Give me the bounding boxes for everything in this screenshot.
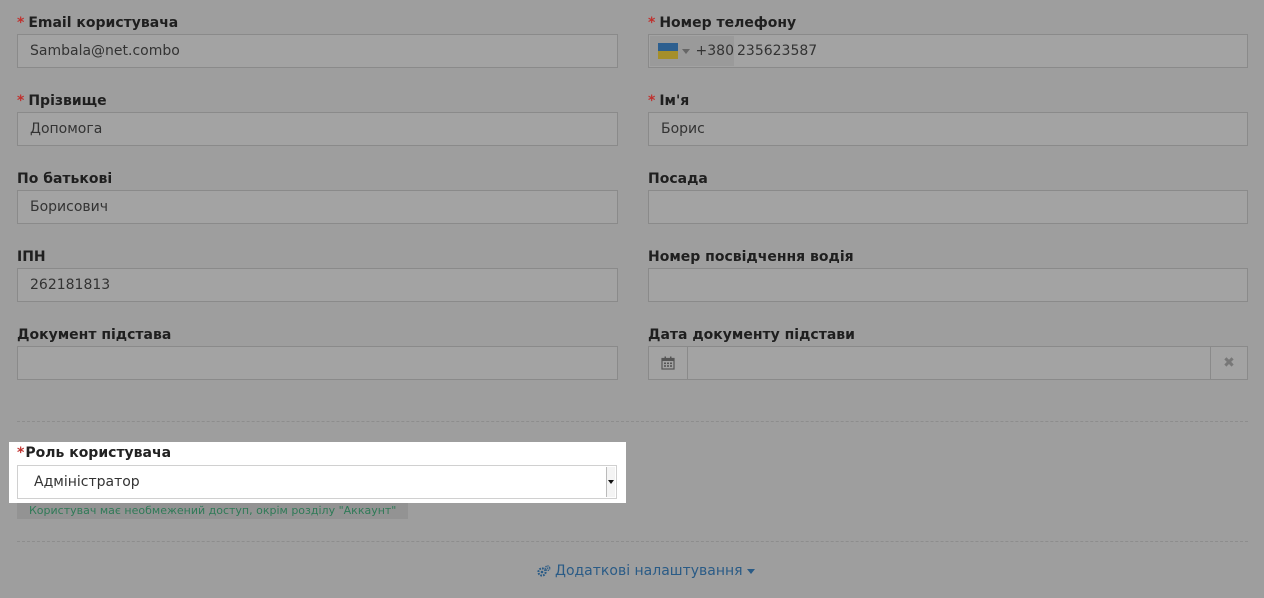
phone-field[interactable]: +380 235623587 [648,34,1248,68]
extra-settings-label: Додаткові налаштування [555,563,743,579]
first-name-label: * Ім'я [648,93,690,109]
email-label: * Email користувача [17,15,179,31]
gears-icon [537,564,551,577]
driver-license-label: Номер посвідчення водія [648,249,854,265]
surname-field[interactable]: Допомога [17,112,618,146]
role-label: *Роль користувача [17,445,172,461]
ipn-field[interactable]: 262181813 [17,268,618,302]
select-arrow-icon[interactable] [606,467,615,497]
email-field[interactable]: Sambala@net.combo [17,34,618,68]
close-icon: ✖ [1223,355,1235,371]
role-help-text: Користувач має необмежений доступ, окрім… [17,503,409,519]
driver-license-field[interactable] [648,268,1248,302]
required-mark: * [17,15,25,31]
required-mark: * [648,93,656,109]
phone-label: * Номер телефону [648,15,797,31]
role-select[interactable]: Адміністратор [17,465,617,499]
dial-code: +380 [695,43,734,59]
basis-document-field[interactable] [17,346,618,380]
basis-document-date-field[interactable]: ✖ [648,346,1248,380]
position-field[interactable] [648,190,1248,224]
basis-document-label: Документ підстава [17,327,172,343]
country-selector[interactable]: +380 [650,36,734,66]
chevron-down-icon [681,48,690,54]
section-divider [17,541,1248,542]
extra-settings-toggle[interactable]: Додаткові налаштування [537,563,755,579]
ua-flag-icon [658,43,678,59]
position-label: Посада [648,171,708,187]
required-mark: * [648,15,656,31]
calendar-button[interactable] [649,347,688,379]
patronymic-label: По батькові [17,171,113,187]
basis-document-date-label: Дата документу підстави [648,327,855,343]
ipn-label: ІПН [17,249,46,265]
role-panel: *Роль користувача Адміністратор [9,442,626,503]
section-divider [17,421,1248,422]
calendar-icon [661,356,675,370]
role-selected-value: Адміністратор [34,474,140,490]
phone-number-value[interactable]: 235623587 [737,35,817,67]
first-name-field[interactable]: Борис [648,112,1248,146]
clear-date-button[interactable]: ✖ [1210,347,1247,379]
required-mark: * [17,445,25,461]
caret-down-icon [746,568,755,574]
required-mark: * [17,93,25,109]
surname-label: * Прізвище [17,93,107,109]
patronymic-field[interactable]: Борисович [17,190,618,224]
